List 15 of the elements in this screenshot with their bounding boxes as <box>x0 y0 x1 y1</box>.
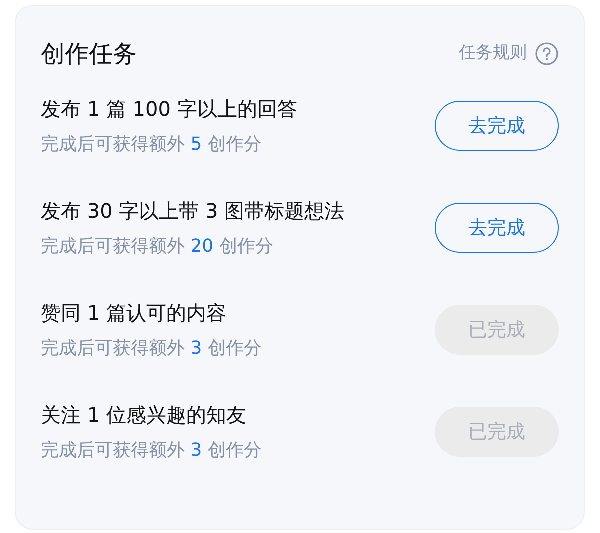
card-title: 创作任务 <box>41 39 137 70</box>
go-complete-button[interactable]: 去完成 <box>435 203 559 253</box>
task-title: 发布 1 篇 100 字以上的回答 <box>41 96 298 123</box>
go-complete-button[interactable]: 去完成 <box>435 101 559 151</box>
reward-text: 完成后可获得额外 5 创作分 <box>41 133 263 157</box>
task-title: 发布 30 字以上带 3 图带标题想法 <box>41 198 345 225</box>
completed-button[interactable]: 已完成 <box>435 407 559 457</box>
rules-link[interactable]: 任务规则 <box>459 41 559 67</box>
help-icon <box>535 42 559 66</box>
reward-text: 完成后可获得额外 3 创作分 <box>41 439 262 463</box>
task-title: 关注 1 位感兴趣的知友 <box>41 402 248 429</box>
task-title: 赞同 1 篇认可的内容 <box>41 300 228 327</box>
reward-text: 完成后可获得额外 3 创作分 <box>41 337 262 361</box>
reward-text: 完成后可获得额外 20 创作分 <box>41 235 274 259</box>
completed-button[interactable]: 已完成 <box>435 305 559 355</box>
